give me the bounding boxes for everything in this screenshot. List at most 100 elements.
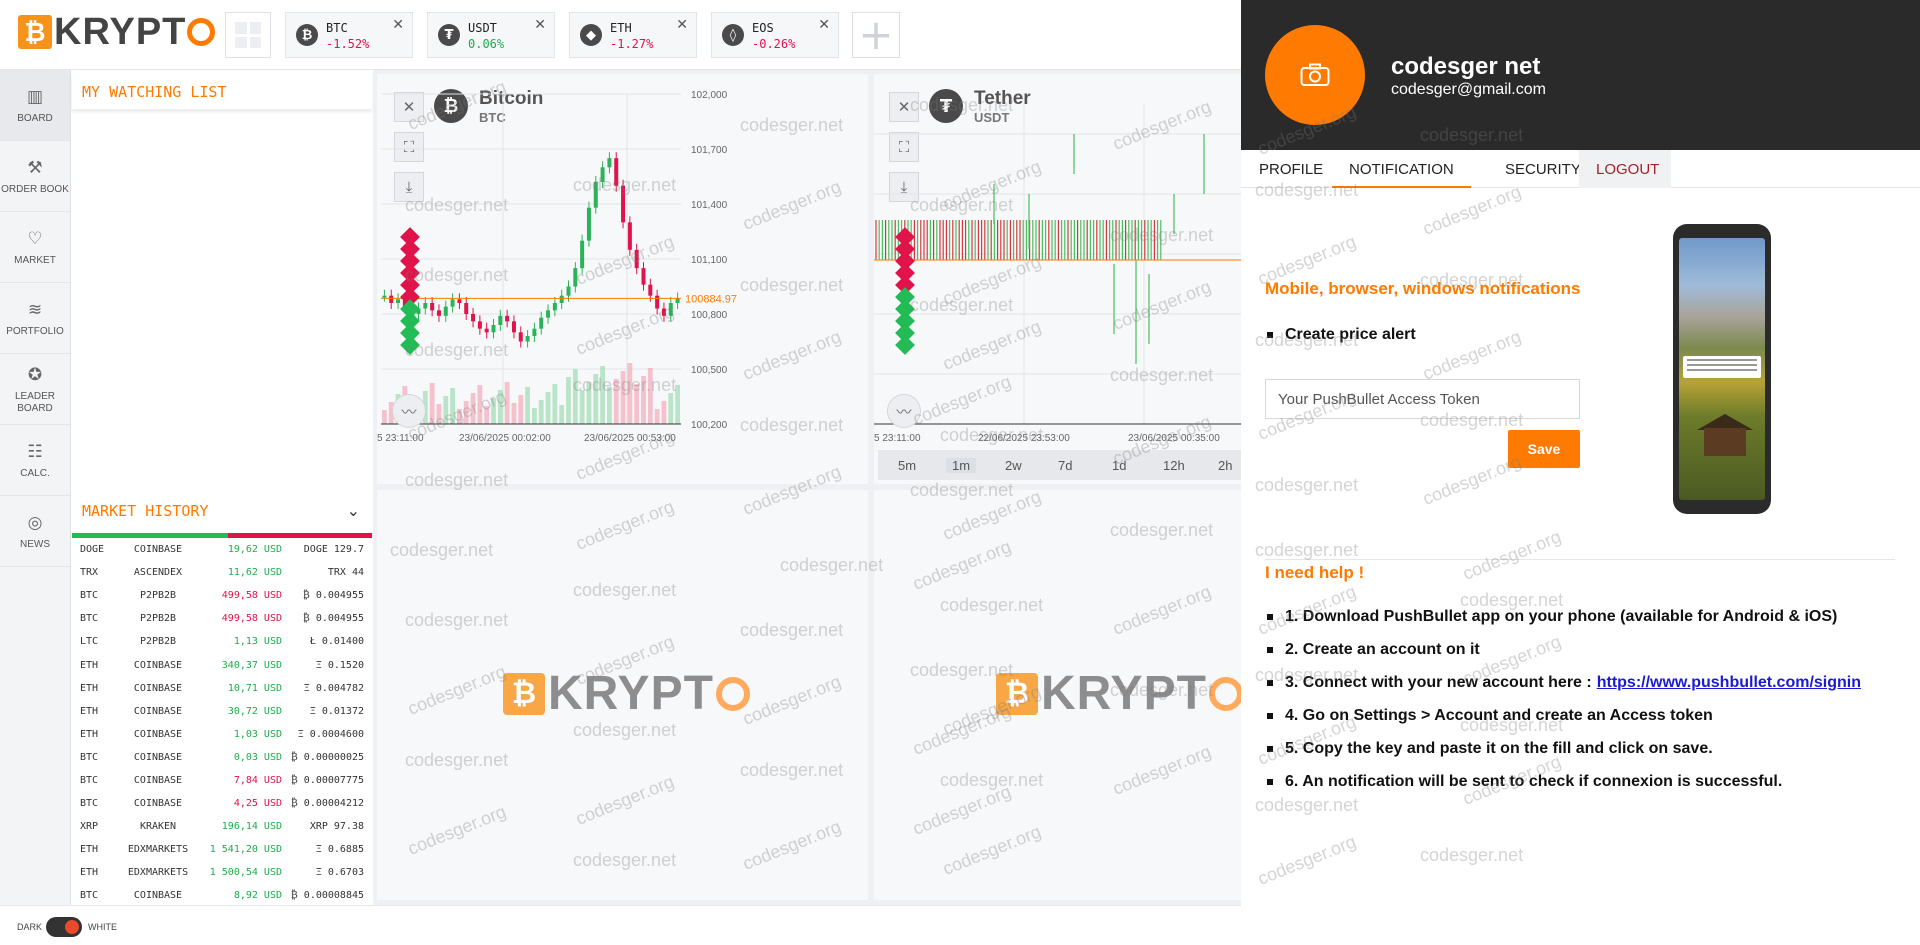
volume-bar bbox=[600, 366, 605, 424]
table-row[interactable]: XRP KRAKEN 196,14 USD XRP 97.38 bbox=[72, 815, 372, 838]
trade-coin: BTC bbox=[80, 890, 99, 902]
sidebar-item-leader-board[interactable]: ✪ LEADER BOARD bbox=[0, 354, 70, 425]
timeframe-12h[interactable]: 12h bbox=[1163, 458, 1185, 473]
close-icon[interactable]: ✕ bbox=[818, 17, 830, 33]
timeframe-1m[interactable]: 1m bbox=[946, 458, 977, 473]
candle bbox=[566, 286, 571, 296]
usdt-volume-chart[interactable]: 5 23:11:00 22/06/2025 23:53:00 23/06/2025 … bbox=[874, 74, 1241, 484]
tab-profile[interactable]: PROFILE bbox=[1242, 150, 1340, 188]
trade-price: 8,92 USD bbox=[233, 890, 282, 902]
close-icon[interactable]: ✕ bbox=[676, 17, 688, 33]
sidebar-item-calc[interactable]: ☷ CALC. bbox=[0, 425, 70, 496]
close-icon[interactable]: ✕ bbox=[392, 17, 404, 33]
save-button[interactable]: Save bbox=[1508, 430, 1580, 468]
ticker-eos[interactable]: ◊ EOS -0.26% ✕ bbox=[711, 12, 839, 58]
candle bbox=[655, 295, 660, 309]
table-row[interactable]: TRX ASCENDEX 11,62 USD TRX 44 bbox=[72, 561, 372, 584]
volume-bar bbox=[572, 369, 578, 424]
trade-price: 19,62 USD bbox=[227, 544, 282, 556]
table-row[interactable]: ETH COINBASE 340,37 USD Ξ 0.1520 bbox=[72, 653, 372, 676]
trade-amount: Ł 0.01400 bbox=[309, 636, 364, 648]
volume-bar bbox=[463, 401, 469, 424]
empty-chart-panel[interactable]: ₿ KRYPT bbox=[377, 490, 868, 900]
market-history-header[interactable]: MARKET HISTORY ⌄ bbox=[72, 489, 372, 533]
ticker-usdt[interactable]: ₮ USDT 0.06% ✕ bbox=[427, 12, 555, 58]
volume-bar bbox=[654, 409, 660, 424]
pushbullet-token-input[interactable]: Your PushBullet Access Token bbox=[1265, 379, 1580, 419]
ticker-eth[interactable]: ◆ ETH -1.27% ✕ bbox=[569, 12, 697, 58]
app-logo[interactable]: ₿ KRYPT bbox=[18, 11, 216, 53]
sidebar-item-market[interactable]: ♡ MARKET bbox=[0, 212, 70, 283]
timeframe-1d[interactable]: 1d bbox=[1112, 458, 1126, 473]
volume-bar bbox=[566, 377, 571, 424]
trade-price: 4,25 USD bbox=[233, 798, 282, 810]
avatar[interactable] bbox=[1265, 25, 1365, 125]
candle bbox=[464, 303, 469, 314]
chart-board: ✕ ⛶ ⤓ ₿ Bitcoin BTC 102,000 101,700 101,40… bbox=[373, 70, 1241, 905]
table-row[interactable]: BTC COINBASE 8,92 USD ₿ 0.00008845 bbox=[72, 884, 372, 905]
candle bbox=[661, 308, 666, 316]
candle bbox=[477, 321, 482, 329]
timeframe-2w[interactable]: 2w bbox=[1005, 458, 1022, 473]
sidebar-item-news[interactable]: ◎ NEWS bbox=[0, 496, 70, 567]
ticker-change: 0.06% bbox=[468, 37, 505, 51]
table-row[interactable]: ETH EDXMARKETS 1 500,54 USD Ξ 0.6703 bbox=[72, 861, 372, 884]
coin-icon: ◊ bbox=[722, 24, 744, 46]
trade-amount: ₿ 0.00007775 bbox=[290, 774, 364, 786]
candle bbox=[396, 299, 401, 303]
timeframe-7d[interactable]: 7d bbox=[1058, 458, 1072, 473]
sidebar-item-board[interactable]: ▥ BOARD bbox=[0, 70, 70, 141]
table-row[interactable]: DOGE COINBASE 19,62 USD DOGE 129.7 bbox=[72, 538, 372, 561]
sidebar-item-order-book[interactable]: ⚒ ORDER BOOK bbox=[0, 141, 70, 212]
notifications-heading: Mobile, browser, windows notifications bbox=[1265, 279, 1581, 298]
trade-amount: DOGE 129.7 bbox=[303, 544, 364, 556]
add-ticker-button[interactable]: + bbox=[852, 12, 900, 58]
table-row[interactable]: BTC COINBASE 4,25 USD ₿ 0.00004212 bbox=[72, 792, 372, 815]
trade-exchange: KRAKEN bbox=[139, 821, 177, 833]
trade-coin: DOGE bbox=[80, 544, 105, 556]
ticker-btc[interactable]: ₿ BTC -1.52% ✕ bbox=[285, 12, 413, 58]
table-row[interactable]: BTC P2PB2B 499,58 USD ₿ 0.004955 bbox=[72, 607, 372, 630]
y-tick-label: 101,100 bbox=[691, 255, 728, 266]
btc-price-chart[interactable]: 102,000 101,700 101,400 101,100 100,800 100,5… bbox=[377, 74, 868, 484]
y-tick-label: 101,700 bbox=[691, 145, 728, 156]
candle bbox=[389, 295, 394, 303]
candle bbox=[607, 158, 612, 168]
candle bbox=[668, 303, 673, 316]
ticker-symbol: EOS bbox=[752, 21, 774, 35]
table-row[interactable]: ETH COINBASE 30,72 USD Ξ 0.01372 bbox=[72, 700, 372, 723]
timeframe-5m[interactable]: 5m bbox=[898, 458, 916, 473]
tab-notification[interactable]: NOTIFICATION bbox=[1332, 150, 1471, 188]
sidebar-item-portfolio[interactable]: ≋ PORTFOLIO bbox=[0, 283, 70, 354]
table-row[interactable]: BTC COINBASE 0,03 USD ₿ 0.00000025 bbox=[72, 746, 372, 769]
buy-signal-marker bbox=[400, 335, 420, 355]
trade-exchange: COINBASE bbox=[133, 774, 183, 786]
table-row[interactable]: ETH COINBASE 10,71 USD Ξ 0.004782 bbox=[72, 677, 372, 700]
volume-bar bbox=[661, 401, 667, 424]
empty-chart-panel[interactable]: ₿ KRYPT bbox=[874, 490, 1241, 900]
volume-bar bbox=[525, 387, 530, 424]
volume-bar bbox=[559, 405, 565, 424]
table-row[interactable]: BTC COINBASE 7,84 USD ₿ 0.00007775 bbox=[72, 769, 372, 792]
table-row[interactable]: ETH EDXMARKETS 1 541,20 USD Ξ 0.6885 bbox=[72, 838, 372, 861]
chevron-down-icon[interactable]: ⌄ bbox=[347, 501, 360, 520]
close-icon[interactable]: ✕ bbox=[534, 17, 546, 33]
help-step: 5. Copy the key and paste it on the fill… bbox=[1267, 740, 1713, 758]
trade-coin: BTC bbox=[80, 774, 99, 786]
candle bbox=[627, 222, 632, 250]
table-row[interactable]: BTC P2PB2B 499,58 USD ₿ 0.004955 bbox=[72, 584, 372, 607]
tab-logout[interactable]: LOGOUT bbox=[1579, 150, 1671, 188]
volume-bar bbox=[627, 363, 633, 424]
trade-coin: TRX bbox=[80, 567, 99, 579]
theme-toggle[interactable] bbox=[46, 917, 82, 937]
indicator-icon[interactable]: 〰 bbox=[392, 394, 426, 428]
help-step: 6. An notification will be sent to check… bbox=[1267, 773, 1782, 791]
indicator-icon[interactable]: 〰 bbox=[887, 394, 921, 428]
trade-exchange: P2PB2B bbox=[139, 590, 177, 602]
timeframe-2h[interactable]: 2h bbox=[1218, 458, 1232, 473]
table-row[interactable]: LTC P2PB2B 1,13 USD Ł 0.01400 bbox=[72, 630, 372, 653]
layout-grid-button[interactable] bbox=[225, 12, 271, 58]
pushbullet-signin-link[interactable]: https://www.pushbullet.com/signin bbox=[1597, 674, 1861, 692]
table-row[interactable]: ETH COINBASE 1,03 USD Ξ 0.0004600 bbox=[72, 723, 372, 746]
trade-amount: Ξ 0.6703 bbox=[315, 867, 364, 879]
